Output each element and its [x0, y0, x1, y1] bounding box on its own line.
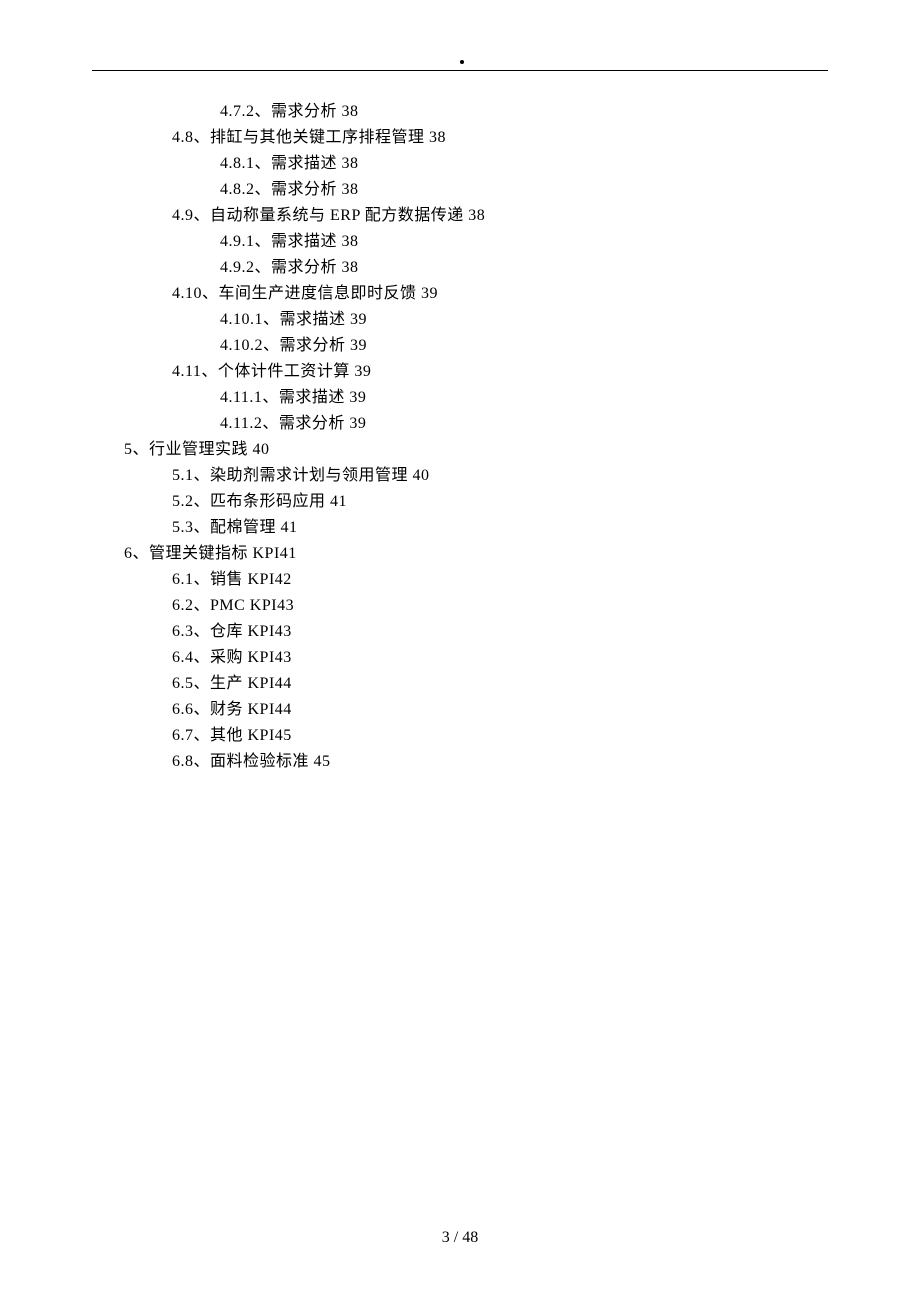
toc-entry: 6.5、生产 KPI44 — [92, 671, 828, 697]
toc-entry: 6.8、面料检验标准 45 — [92, 749, 828, 775]
table-of-contents: 4.7.2、需求分析 384.8、排缸与其他关键工序排程管理 384.8.1、需… — [92, 99, 828, 775]
toc-entry: 5.1、染助剂需求计划与领用管理 40 — [92, 463, 828, 489]
header-rule — [92, 70, 828, 71]
header-center-dot — [460, 60, 464, 64]
toc-entry: 4.11、个体计件工资计算 39 — [92, 359, 828, 385]
toc-entry: 4.9.1、需求描述 38 — [92, 229, 828, 255]
toc-entry: 4.8.1、需求描述 38 — [92, 151, 828, 177]
page-number: 3 / 48 — [442, 1229, 478, 1246]
toc-entry: 4.10.1、需求描述 39 — [92, 307, 828, 333]
toc-entry: 4.9、自动称量系统与 ERP 配方数据传递 38 — [92, 203, 828, 229]
toc-entry: 6、管理关键指标 KPI41 — [92, 541, 828, 567]
toc-entry: 6.6、财务 KPI44 — [92, 697, 828, 723]
toc-entry: 4.11.1、需求描述 39 — [92, 385, 828, 411]
page-footer: 3 / 48 — [0, 1229, 920, 1247]
toc-entry: 4.8.2、需求分析 38 — [92, 177, 828, 203]
toc-entry: 5.2、匹布条形码应用 41 — [92, 489, 828, 515]
toc-entry: 4.10.2、需求分析 39 — [92, 333, 828, 359]
toc-entry: 6.3、仓库 KPI43 — [92, 619, 828, 645]
toc-entry: 5.3、配棉管理 41 — [92, 515, 828, 541]
toc-entry: 4.9.2、需求分析 38 — [92, 255, 828, 281]
toc-entry: 4.8、排缸与其他关键工序排程管理 38 — [92, 125, 828, 151]
toc-entry: 4.7.2、需求分析 38 — [92, 99, 828, 125]
page-body: 4.7.2、需求分析 384.8、排缸与其他关键工序排程管理 384.8.1、需… — [0, 0, 920, 775]
toc-entry: 6.7、其他 KPI45 — [92, 723, 828, 749]
toc-entry: 6.4、采购 KPI43 — [92, 645, 828, 671]
toc-entry: 4.11.2、需求分析 39 — [92, 411, 828, 437]
toc-entry: 6.2、PMC KPI43 — [92, 593, 828, 619]
toc-entry: 5、行业管理实践 40 — [92, 437, 828, 463]
toc-entry: 4.10、车间生产进度信息即时反馈 39 — [92, 281, 828, 307]
toc-entry: 6.1、销售 KPI42 — [92, 567, 828, 593]
